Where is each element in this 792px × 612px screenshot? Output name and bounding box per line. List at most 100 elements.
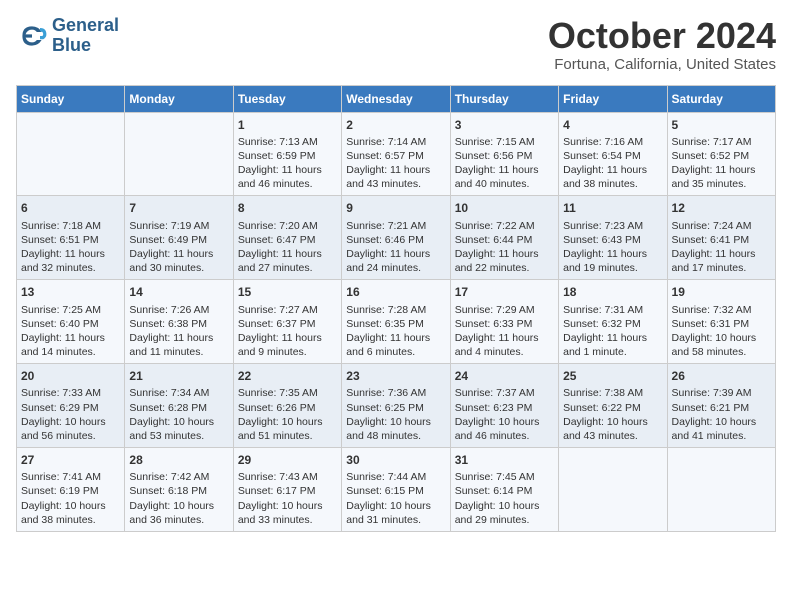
calendar-cell: 8Sunrise: 7:20 AMSunset: 6:47 PMDaylight… bbox=[233, 196, 341, 280]
daylight-text: Daylight: 11 hours and 19 minutes. bbox=[563, 247, 662, 275]
sunrise-text: Sunrise: 7:36 AM bbox=[346, 386, 445, 400]
daylight-text: Daylight: 11 hours and 22 minutes. bbox=[455, 247, 554, 275]
calendar-cell: 15Sunrise: 7:27 AMSunset: 6:37 PMDayligh… bbox=[233, 280, 341, 364]
sunset-text: Sunset: 6:32 PM bbox=[563, 317, 662, 331]
daylight-text: Daylight: 10 hours and 58 minutes. bbox=[672, 331, 771, 359]
sunrise-text: Sunrise: 7:24 AM bbox=[672, 219, 771, 233]
sunset-text: Sunset: 6:56 PM bbox=[455, 149, 554, 163]
header-thursday: Thursday bbox=[450, 85, 558, 112]
daylight-text: Daylight: 10 hours and 48 minutes. bbox=[346, 415, 445, 443]
daylight-text: Daylight: 11 hours and 32 minutes. bbox=[21, 247, 120, 275]
calendar-cell: 26Sunrise: 7:39 AMSunset: 6:21 PMDayligh… bbox=[667, 364, 775, 448]
sunrise-text: Sunrise: 7:42 AM bbox=[129, 470, 228, 484]
daylight-text: Daylight: 10 hours and 33 minutes. bbox=[238, 499, 337, 527]
location: Fortuna, California, United States bbox=[548, 56, 776, 73]
day-number: 27 bbox=[21, 452, 120, 468]
calendar-cell: 20Sunrise: 7:33 AMSunset: 6:29 PMDayligh… bbox=[17, 364, 125, 448]
sunset-text: Sunset: 6:51 PM bbox=[21, 233, 120, 247]
sunrise-text: Sunrise: 7:34 AM bbox=[129, 386, 228, 400]
calendar-cell: 17Sunrise: 7:29 AMSunset: 6:33 PMDayligh… bbox=[450, 280, 558, 364]
calendar-header-row: SundayMondayTuesdayWednesdayThursdayFrid… bbox=[17, 85, 776, 112]
sunrise-text: Sunrise: 7:39 AM bbox=[672, 386, 771, 400]
day-number: 2 bbox=[346, 117, 445, 133]
calendar-cell: 30Sunrise: 7:44 AMSunset: 6:15 PMDayligh… bbox=[342, 448, 450, 532]
week-row-2: 6Sunrise: 7:18 AMSunset: 6:51 PMDaylight… bbox=[17, 196, 776, 280]
daylight-text: Daylight: 10 hours and 51 minutes. bbox=[238, 415, 337, 443]
day-number: 13 bbox=[21, 284, 120, 300]
header-wednesday: Wednesday bbox=[342, 85, 450, 112]
calendar-cell: 31Sunrise: 7:45 AMSunset: 6:14 PMDayligh… bbox=[450, 448, 558, 532]
week-row-4: 20Sunrise: 7:33 AMSunset: 6:29 PMDayligh… bbox=[17, 364, 776, 448]
sunrise-text: Sunrise: 7:22 AM bbox=[455, 219, 554, 233]
daylight-text: Daylight: 11 hours and 43 minutes. bbox=[346, 163, 445, 191]
day-number: 23 bbox=[346, 368, 445, 384]
logo-line2: Blue bbox=[52, 36, 119, 56]
sunset-text: Sunset: 6:33 PM bbox=[455, 317, 554, 331]
day-number: 7 bbox=[129, 200, 228, 216]
daylight-text: Daylight: 10 hours and 29 minutes. bbox=[455, 499, 554, 527]
calendar-cell: 5Sunrise: 7:17 AMSunset: 6:52 PMDaylight… bbox=[667, 112, 775, 196]
daylight-text: Daylight: 11 hours and 35 minutes. bbox=[672, 163, 771, 191]
calendar-cell: 27Sunrise: 7:41 AMSunset: 6:19 PMDayligh… bbox=[17, 448, 125, 532]
sunrise-text: Sunrise: 7:14 AM bbox=[346, 135, 445, 149]
calendar-cell bbox=[667, 448, 775, 532]
sunset-text: Sunset: 6:15 PM bbox=[346, 484, 445, 498]
sunset-text: Sunset: 6:31 PM bbox=[672, 317, 771, 331]
header-tuesday: Tuesday bbox=[233, 85, 341, 112]
day-number: 28 bbox=[129, 452, 228, 468]
daylight-text: Daylight: 11 hours and 14 minutes. bbox=[21, 331, 120, 359]
week-row-3: 13Sunrise: 7:25 AMSunset: 6:40 PMDayligh… bbox=[17, 280, 776, 364]
daylight-text: Daylight: 10 hours and 41 minutes. bbox=[672, 415, 771, 443]
calendar-cell: 29Sunrise: 7:43 AMSunset: 6:17 PMDayligh… bbox=[233, 448, 341, 532]
sunrise-text: Sunrise: 7:32 AM bbox=[672, 303, 771, 317]
daylight-text: Daylight: 11 hours and 27 minutes. bbox=[238, 247, 337, 275]
calendar-cell: 23 Sunrise: 7:36 AMSunset: 6:25 PMDayligh… bbox=[342, 364, 450, 448]
day-number: 19 bbox=[672, 284, 771, 300]
calendar-cell: 16Sunrise: 7:28 AMSunset: 6:35 PMDayligh… bbox=[342, 280, 450, 364]
daylight-text: Daylight: 11 hours and 30 minutes. bbox=[129, 247, 228, 275]
day-number: 8 bbox=[238, 200, 337, 216]
calendar-cell bbox=[559, 448, 667, 532]
header-saturday: Saturday bbox=[667, 85, 775, 112]
sunrise-text: Sunrise: 7:38 AM bbox=[563, 386, 662, 400]
day-number: 22 bbox=[238, 368, 337, 384]
sunrise-text: Sunrise: 7:19 AM bbox=[129, 219, 228, 233]
sunset-text: Sunset: 6:35 PM bbox=[346, 317, 445, 331]
sunrise-text: Sunrise: 7:15 AM bbox=[455, 135, 554, 149]
sunset-text: Sunset: 6:59 PM bbox=[238, 149, 337, 163]
sunrise-text: Sunrise: 7:26 AM bbox=[129, 303, 228, 317]
calendar-cell: 19 Sunrise: 7:32 AMSunset: 6:31 PMDayligh… bbox=[667, 280, 775, 364]
calendar-cell: 4Sunrise: 7:16 AMSunset: 6:54 PMDaylight… bbox=[559, 112, 667, 196]
week-row-1: 1Sunrise: 7:13 AMSunset: 6:59 PMDaylight… bbox=[17, 112, 776, 196]
title-block: October 2024 Fortuna, California, United… bbox=[548, 16, 776, 73]
day-number: 4 bbox=[563, 117, 662, 133]
header-friday: Friday bbox=[559, 85, 667, 112]
month-title: October 2024 bbox=[548, 16, 776, 56]
daylight-text: Daylight: 11 hours and 4 minutes. bbox=[455, 331, 554, 359]
calendar-cell: 11Sunrise: 7:23 AMSunset: 6:43 PMDayligh… bbox=[559, 196, 667, 280]
calendar-cell: 14Sunrise: 7:26 AMSunset: 6:38 PMDayligh… bbox=[125, 280, 233, 364]
sunset-text: Sunset: 6:25 PM bbox=[346, 401, 445, 415]
header-sunday: Sunday bbox=[17, 85, 125, 112]
day-number: 11 bbox=[563, 200, 662, 216]
sunset-text: Sunset: 6:40 PM bbox=[21, 317, 120, 331]
calendar-cell: 28Sunrise: 7:42 AMSunset: 6:18 PMDayligh… bbox=[125, 448, 233, 532]
sunset-text: Sunset: 6:52 PM bbox=[672, 149, 771, 163]
sunset-text: Sunset: 6:19 PM bbox=[21, 484, 120, 498]
day-number: 21 bbox=[129, 368, 228, 384]
daylight-text: Daylight: 11 hours and 9 minutes. bbox=[238, 331, 337, 359]
sunset-text: Sunset: 6:49 PM bbox=[129, 233, 228, 247]
logo-line1: General bbox=[52, 16, 119, 36]
daylight-text: Daylight: 10 hours and 56 minutes. bbox=[21, 415, 120, 443]
sunrise-text: Sunrise: 7:27 AM bbox=[238, 303, 337, 317]
day-number: 10 bbox=[455, 200, 554, 216]
daylight-text: Daylight: 11 hours and 6 minutes. bbox=[346, 331, 445, 359]
logo: General Blue bbox=[16, 16, 119, 56]
sunrise-text: Sunrise: 7:37 AM bbox=[455, 386, 554, 400]
day-number: 12 bbox=[672, 200, 771, 216]
sunset-text: Sunset: 6:17 PM bbox=[238, 484, 337, 498]
day-number: 9 bbox=[346, 200, 445, 216]
day-number: 6 bbox=[21, 200, 120, 216]
calendar-cell: 6Sunrise: 7:18 AMSunset: 6:51 PMDaylight… bbox=[17, 196, 125, 280]
day-number: 5 bbox=[672, 117, 771, 133]
